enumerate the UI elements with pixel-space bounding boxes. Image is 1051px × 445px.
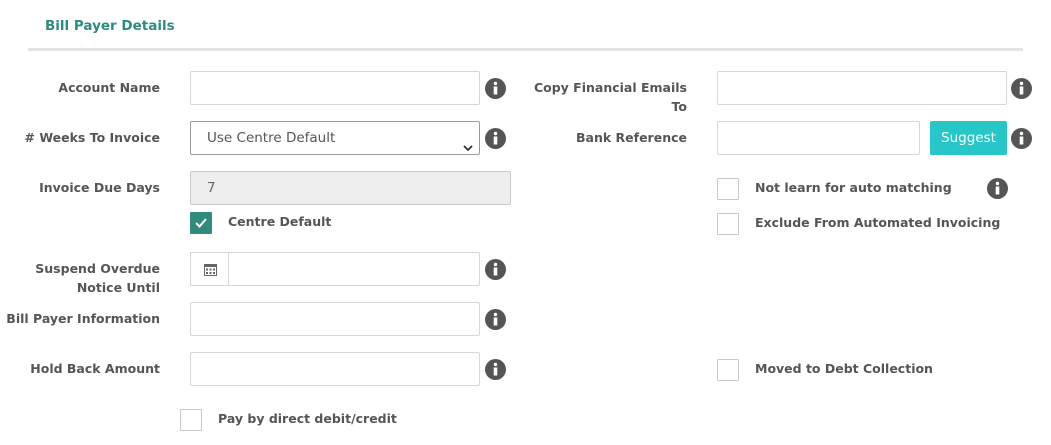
- exclude-automated-invoicing-checkbox[interactable]: [717, 213, 739, 235]
- account-name-label: Account Name: [58, 80, 160, 95]
- copy-financial-emails-input[interactable]: [717, 71, 1007, 105]
- centre-default-checkbox[interactable]: [190, 212, 212, 234]
- info-icon[interactable]: [485, 259, 506, 280]
- info-icon[interactable]: [485, 78, 506, 99]
- not-learn-auto-matching-label: Not learn for auto matching: [755, 180, 952, 195]
- centre-default-label: Centre Default: [228, 214, 332, 229]
- info-icon[interactable]: [1011, 78, 1032, 99]
- hold-back-amount-label: Hold Back Amount: [30, 361, 160, 376]
- info-icon[interactable]: [987, 178, 1008, 199]
- invoice-due-days-input: 7: [190, 171, 511, 205]
- section-title: Bill Payer Details: [45, 18, 175, 34]
- bill-payer-info-input[interactable]: [190, 302, 480, 336]
- suggest-button[interactable]: Suggest: [930, 121, 1007, 155]
- info-icon[interactable]: [1011, 128, 1032, 149]
- moved-to-debt-collection-label: Moved to Debt Collection: [755, 361, 933, 376]
- exclude-automated-invoicing-label: Exclude From Automated Invoicing: [755, 215, 1001, 230]
- pay-by-direct-debit-checkbox[interactable]: [180, 409, 202, 431]
- section-divider: [28, 48, 1023, 51]
- weeks-to-invoice-selected: Use Centre Default: [207, 130, 336, 146]
- check-icon: [195, 218, 207, 228]
- weeks-to-invoice-label: # Weeks To Invoice: [24, 130, 161, 145]
- suspend-overdue-date-input[interactable]: [228, 252, 480, 286]
- copy-financial-emails-label-line2: To: [671, 99, 687, 114]
- not-learn-auto-matching-checkbox[interactable]: [717, 178, 739, 200]
- suspend-overdue-label-line1: Suspend Overdue: [35, 261, 160, 276]
- pay-by-direct-debit-label: Pay by direct debit/credit: [218, 411, 397, 426]
- weeks-to-invoice-select[interactable]: Use Centre Default: [190, 121, 480, 155]
- bank-reference-input[interactable]: [717, 121, 920, 155]
- calendar-button[interactable]: [190, 252, 229, 286]
- info-icon[interactable]: [485, 128, 506, 149]
- copy-financial-emails-label: Copy Financial Emails To: [527, 78, 687, 116]
- copy-financial-emails-label-line1: Copy Financial Emails: [533, 80, 687, 95]
- invoice-due-days-label: Invoice Due Days: [39, 180, 160, 195]
- suspend-overdue-label-line2: Notice Until: [76, 280, 160, 295]
- info-icon[interactable]: [485, 309, 506, 330]
- account-name-input[interactable]: [190, 71, 480, 105]
- info-icon[interactable]: [485, 359, 506, 380]
- bank-reference-label: Bank Reference: [576, 130, 687, 145]
- bill-payer-info-label: Bill Payer Information: [6, 311, 160, 326]
- suspend-overdue-label: Suspend Overdue Notice Until: [20, 259, 160, 297]
- calendar-icon: [204, 264, 217, 276]
- chevron-down-icon: [463, 133, 473, 152]
- hold-back-amount-input[interactable]: [190, 352, 480, 386]
- moved-to-debt-collection-checkbox[interactable]: [717, 359, 739, 381]
